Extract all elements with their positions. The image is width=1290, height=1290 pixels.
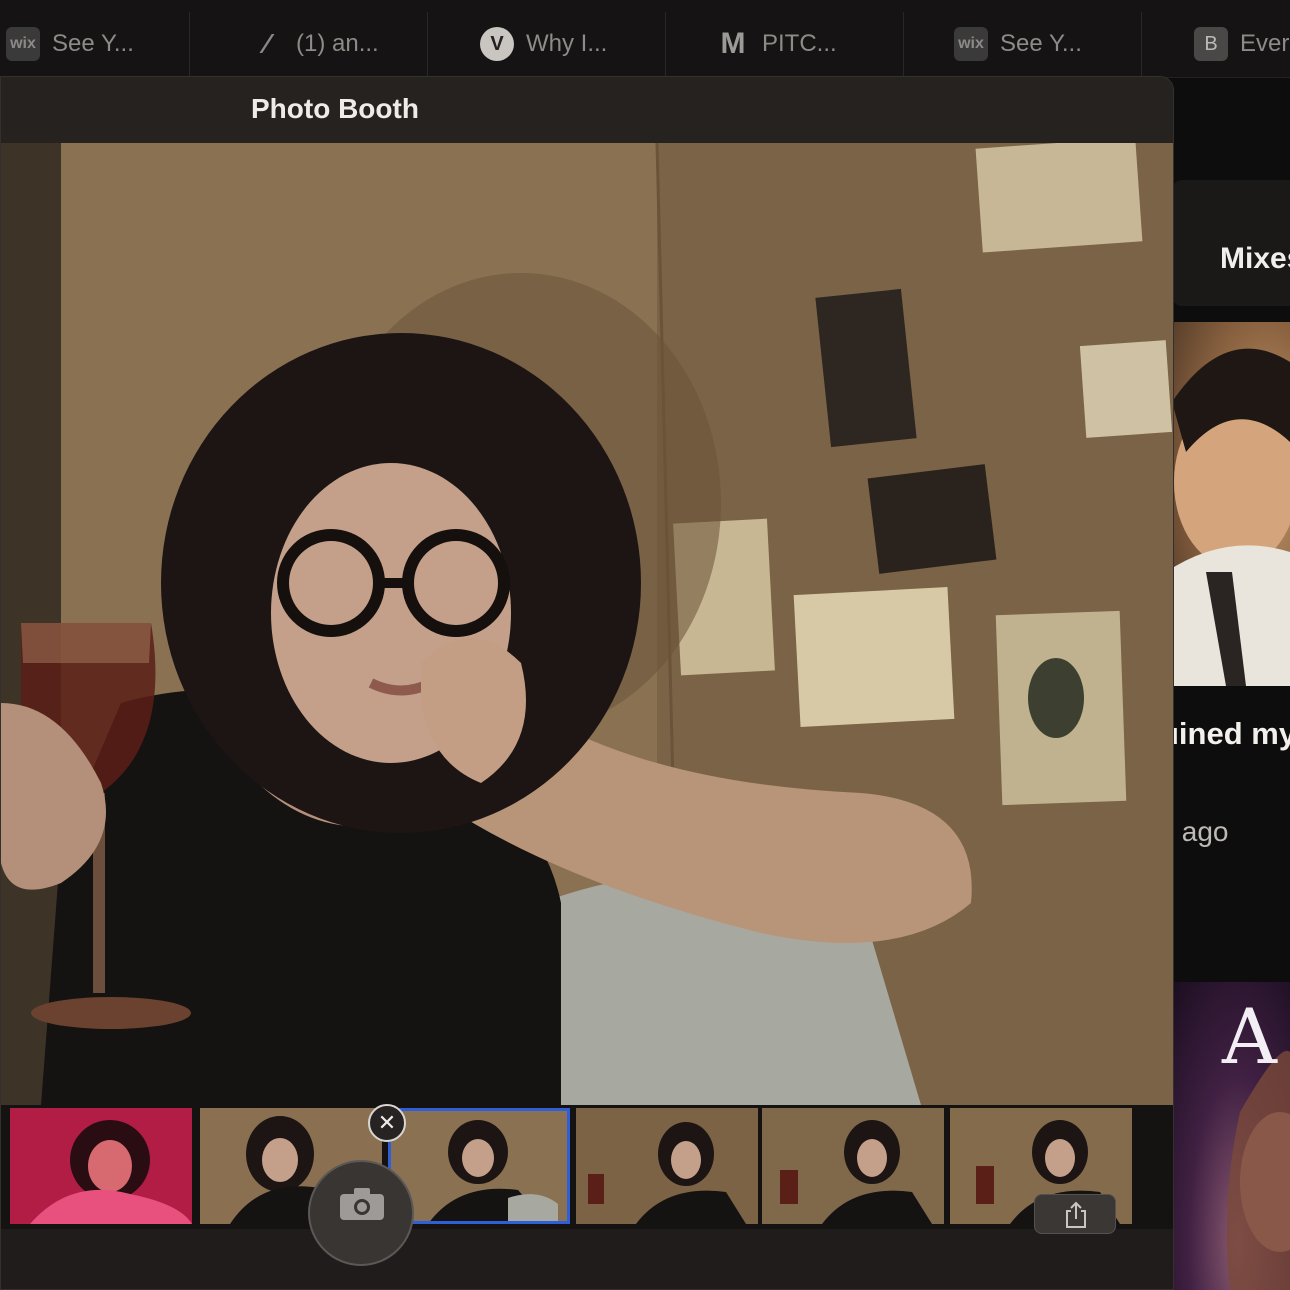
tab-title: See Y... xyxy=(52,30,134,57)
browser-tab[interactable]: ⁄ (1) an... xyxy=(190,12,428,76)
tab-title: Why I... xyxy=(526,30,608,57)
share-button[interactable] xyxy=(1034,1194,1116,1234)
wix-logo-icon: wix xyxy=(954,27,988,61)
window-titlebar[interactable]: Photo Booth xyxy=(1,77,1173,143)
photo-thumbnail-image xyxy=(388,1108,570,1224)
browser-tab[interactable]: V Why I... xyxy=(428,12,666,76)
share-icon xyxy=(1066,1201,1086,1228)
v-logo-icon: V xyxy=(480,27,514,61)
photo-thumbnail-image xyxy=(576,1108,758,1224)
b-logo-icon: B xyxy=(1194,27,1228,61)
gmail-icon: M xyxy=(720,27,746,60)
video-thumbnail[interactable] xyxy=(1166,322,1290,686)
camera-preview xyxy=(1,143,1173,1105)
browser-tab[interactable]: wix See Y... xyxy=(0,12,190,76)
photo-thumbnail-image xyxy=(762,1108,944,1224)
thumbnail-title-letter: A xyxy=(1222,992,1277,1081)
window-bottom-toolbar xyxy=(1,1229,1173,1289)
browser-tab[interactable]: M PITC... xyxy=(666,12,904,76)
camera-icon xyxy=(340,1188,384,1220)
video-title[interactable]: uined my xyxy=(1160,716,1290,752)
slash-icon: ⁄ xyxy=(264,28,270,59)
browser-tab-bar: wix See Y... ⁄ (1) an... V Why I... M PI… xyxy=(0,0,1290,78)
window-title: Photo Booth xyxy=(251,93,419,124)
tab-title: See Y... xyxy=(1000,30,1082,57)
photo-thumbnail-selected[interactable] xyxy=(388,1108,570,1224)
wix-logo-icon: wix xyxy=(6,27,40,61)
photo-thumbnail-image xyxy=(10,1108,192,1224)
photo-thumbnail[interactable] xyxy=(10,1108,192,1224)
tab-title: PITC... xyxy=(762,30,837,57)
browser-tab[interactable]: wix See Y... xyxy=(904,12,1142,76)
delete-photo-button[interactable]: ✕ xyxy=(368,1104,406,1142)
take-photo-button[interactable] xyxy=(308,1160,414,1266)
tab-title: (1) an... xyxy=(296,30,379,57)
camera-preview-image xyxy=(1,143,1173,1105)
photo-thumbnail[interactable] xyxy=(576,1108,758,1224)
browser-tab[interactable]: B Ever xyxy=(1142,12,1290,76)
video-thumbnail-art xyxy=(1166,348,1290,686)
tab-title: Ever xyxy=(1240,30,1290,57)
photo-thumbnail[interactable] xyxy=(762,1108,944,1224)
mixes-label: Mixes xyxy=(1220,242,1290,275)
